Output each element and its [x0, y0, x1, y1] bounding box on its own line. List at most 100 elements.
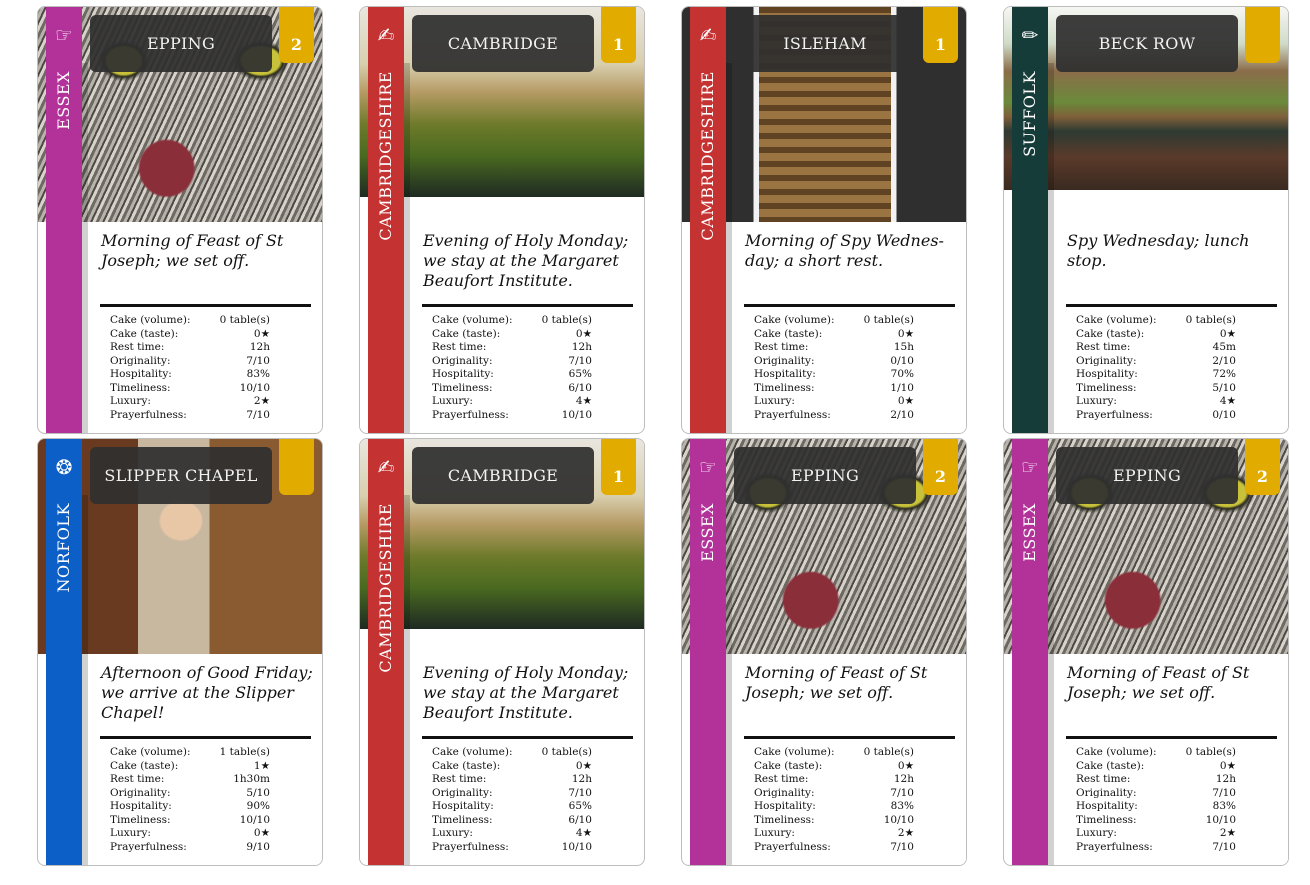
card-number: 2 — [923, 439, 958, 495]
stat-row: Rest time: 12h — [432, 341, 592, 353]
stat-row: Originality: 7/10 — [432, 354, 592, 367]
stat-row: Luxury: 2★ — [754, 827, 914, 839]
card-title: ISLEHAM — [734, 15, 916, 72]
card-epping[interactable]: ☞ ESSEX EPPING 2 Morning of Feast of St … — [37, 6, 323, 434]
card-description: Morning of Feast of St Joseph; we set of… — [745, 663, 928, 702]
stat-row: Hospitality: 70% — [754, 368, 914, 380]
card-isleham[interactable]: ✍ CAMBRIDGESHIRE ISLEHAM 1 Morning of Sp… — [681, 6, 967, 434]
card-description: Spy Wednesday; lunch stop. — [1067, 231, 1250, 270]
stat-row: Prayerfulness: 10/10 — [432, 840, 592, 853]
stat-row: Cake (taste): 0★ — [1076, 327, 1236, 340]
stat-row: Originality: 5/10 — [110, 786, 270, 799]
stat-row: Timeliness: 10/10 — [1076, 813, 1236, 826]
stat-row: Originality: 0/10 — [754, 354, 914, 367]
card-title: EPPING — [90, 15, 272, 72]
stat-row: Cake (volume): 0 table(s) — [1076, 746, 1236, 758]
stat-row: Prayerfulness: 0/10 — [1076, 408, 1236, 421]
divider — [744, 304, 955, 307]
stat-row: Rest time: 45m — [1076, 341, 1236, 353]
stat-row: Rest time: 12h — [754, 773, 914, 785]
card-title: CAMBRIDGE — [412, 15, 594, 72]
region-label: CAMBRIDGESHIRE — [698, 71, 717, 241]
stat-row: Timeliness: 5/10 — [1076, 381, 1236, 394]
card-title: SLIPPER CHAPEL — [90, 447, 272, 504]
card-cambridge[interactable]: ✍ CAMBRIDGESHIRE CAMBRIDGE 1 Evening of … — [359, 6, 645, 434]
stats-table: Cake (volume): 0 table(s) Cake (taste): 0★… — [754, 746, 914, 854]
stat-row: Timeliness: 10/10 — [754, 813, 914, 826]
stat-row: Luxury: 4★ — [432, 395, 592, 407]
card-title: EPPING — [734, 447, 916, 504]
stat-row: Rest time: 1h30m — [110, 773, 270, 785]
card-title: BECK ROW — [1056, 15, 1238, 72]
stat-row: Cake (volume): 0 table(s) — [432, 746, 592, 758]
card-epping[interactable]: ☞ ESSEX EPPING 2 Morning of Feast of St … — [681, 438, 967, 866]
card-epping[interactable]: ☞ ESSEX EPPING 2 Morning of Feast of St … — [1003, 438, 1289, 866]
stat-row: Cake (volume): 0 table(s) — [754, 746, 914, 758]
divider — [100, 304, 311, 307]
divider — [422, 736, 633, 739]
stat-row: Prayerfulness: 2/10 — [754, 408, 914, 421]
stat-row: Luxury: 2★ — [1076, 827, 1236, 839]
card-description: Afternoon of Good Friday; we arrive at t… — [101, 663, 313, 722]
stat-row: Cake (taste): 0★ — [432, 759, 592, 772]
stat-row: Prayerfulness: 7/10 — [754, 840, 914, 853]
card-description: Morning of Feast of St Joseph; we set of… — [1067, 663, 1250, 702]
stat-row: Cake (volume): 0 table(s) — [754, 314, 914, 326]
stat-row: Originality: 7/10 — [754, 786, 914, 799]
card-number: 1 — [601, 7, 636, 63]
stat-row: Prayerfulness: 9/10 — [110, 840, 270, 853]
card-number: 1 — [923, 7, 958, 63]
stat-row: Originality: 7/10 — [432, 786, 592, 799]
stats-table: Cake (volume): 0 table(s) Cake (taste): 0★… — [754, 314, 914, 422]
stat-row: Hospitality: 83% — [1076, 800, 1236, 812]
region-label: ESSEX — [698, 503, 717, 562]
card-number: 2 — [279, 7, 314, 63]
stat-row: Originality: 2/10 — [1076, 354, 1236, 367]
stat-row: Cake (volume): 0 table(s) — [110, 314, 270, 326]
stat-row: Cake (taste): 1★ — [110, 759, 270, 772]
stat-row: Cake (taste): 0★ — [754, 759, 914, 772]
card-title: EPPING — [1056, 447, 1238, 504]
stat-row: Timeliness: 6/10 — [432, 813, 592, 826]
stat-row: Luxury: 4★ — [1076, 395, 1236, 407]
pointing-hand-icon: ☞ — [1021, 455, 1039, 479]
stat-row: Rest time: 12h — [110, 341, 270, 353]
card-beck-row[interactable]: ✏ SUFFOLK BECK ROW Spy Wednesday; lunch … — [1003, 6, 1289, 434]
stat-row: Hospitality: 83% — [754, 800, 914, 812]
card-number — [279, 439, 314, 495]
stat-row: Cake (taste): 0★ — [110, 327, 270, 340]
stat-row: Hospitality: 65% — [432, 368, 592, 380]
writing-hand-icon: ✍ — [377, 455, 395, 479]
region-label: CAMBRIDGESHIRE — [376, 71, 395, 241]
card-title: CAMBRIDGE — [412, 447, 594, 504]
stat-row: Cake (taste): 0★ — [754, 327, 914, 340]
stat-row: Cake (volume): 0 table(s) — [1076, 314, 1236, 326]
stat-row: Prayerfulness: 10/10 — [432, 408, 592, 421]
stat-row: Timeliness: 6/10 — [432, 381, 592, 394]
flower-icon: ❂ — [55, 455, 73, 479]
card-slipper-chapel[interactable]: ❂ NORFOLK SLIPPER CHAPEL Afternoon of Go… — [37, 438, 323, 866]
stat-row: Prayerfulness: 7/10 — [110, 408, 270, 421]
stats-table: Cake (volume): 1 table(s) Cake (taste): 1★… — [110, 746, 270, 854]
stat-row: Luxury: 4★ — [432, 827, 592, 839]
stat-row: Hospitality: 83% — [110, 368, 270, 380]
region-label: ESSEX — [1020, 503, 1039, 562]
card-number — [1245, 7, 1280, 63]
stats-table: Cake (volume): 0 table(s) Cake (taste): 0★… — [1076, 314, 1236, 422]
stats-table: Cake (volume): 0 table(s) Cake (taste): 0★… — [110, 314, 270, 422]
region-label: CAMBRIDGESHIRE — [376, 503, 395, 673]
stat-row: Cake (volume): 0 table(s) — [432, 314, 592, 326]
writing-hand-icon: ✍ — [377, 23, 395, 47]
card-description: Morning of Spy Wednes-day; a short rest. — [745, 231, 944, 270]
stat-row: Hospitality: 90% — [110, 800, 270, 812]
stat-row: Cake (taste): 0★ — [432, 327, 592, 340]
card-number: 2 — [1245, 439, 1280, 495]
card-cambridge[interactable]: ✍ CAMBRIDGESHIRE CAMBRIDGE 1 Evening of … — [359, 438, 645, 866]
stat-row: Timeliness: 10/10 — [110, 813, 270, 826]
stat-row: Rest time: 12h — [1076, 773, 1236, 785]
card-number: 1 — [601, 439, 636, 495]
stat-row: Cake (volume): 1 table(s) — [110, 746, 270, 758]
divider — [100, 736, 311, 739]
region-label: SUFFOLK — [1020, 71, 1039, 157]
stat-row: Luxury: 0★ — [754, 395, 914, 407]
